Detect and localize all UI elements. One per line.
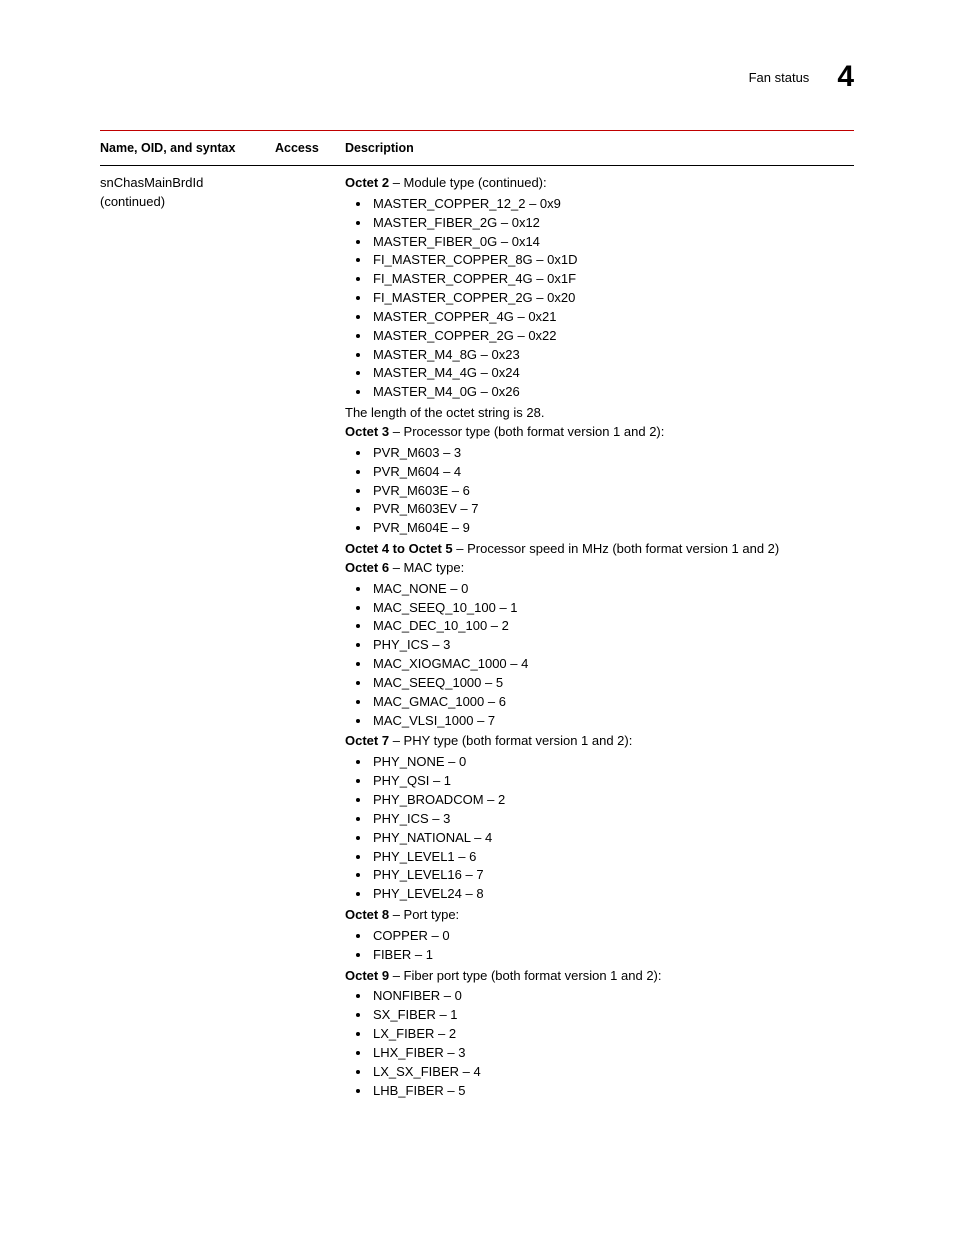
col-description: Description: [345, 141, 854, 155]
octet3-text: – Processor type (both format version 1 …: [389, 424, 664, 439]
list-item: MAC_NONE – 0: [371, 580, 854, 599]
page: Fan status 4 Name, OID, and syntax Acces…: [0, 0, 954, 1163]
octet7-text: – PHY type (both format version 1 and 2)…: [389, 733, 632, 748]
list-item: PHY_LEVEL24 – 8: [371, 885, 854, 904]
octet2-text: – Module type (continued):: [389, 175, 547, 190]
list-item: PHY_ICS – 3: [371, 810, 854, 829]
list-item: LHB_FIBER – 5: [371, 1082, 854, 1101]
octet7-line: Octet 7 – PHY type (both format version …: [345, 732, 854, 751]
octet7-label: Octet 7: [345, 733, 389, 748]
col-access: Access: [275, 141, 345, 155]
list-item: PVR_M603EV – 7: [371, 500, 854, 519]
list-item: FIBER – 1: [371, 946, 854, 965]
octet8-line: Octet 8 – Port type:: [345, 906, 854, 925]
list-item: LX_SX_FIBER – 4: [371, 1063, 854, 1082]
list-item: LHX_FIBER – 3: [371, 1044, 854, 1063]
list-item: MAC_DEC_10_100 – 2: [371, 617, 854, 636]
table-row: snChasMainBrdId (continued) Octet 2 – Mo…: [100, 166, 854, 1103]
list-item: LX_FIBER – 2: [371, 1025, 854, 1044]
octet6-label: Octet 6: [345, 560, 389, 575]
list-item: PHY_QSI – 1: [371, 772, 854, 791]
page-header: Fan status 4: [100, 60, 854, 94]
octet8-text: – Port type:: [389, 907, 459, 922]
list-item: MASTER_COPPER_4G – 0x21: [371, 308, 854, 327]
list-item: MAC_XIOGMAC_1000 – 4: [371, 655, 854, 674]
list-item: FI_MASTER_COPPER_2G – 0x20: [371, 289, 854, 308]
octet3-list: PVR_M603 – 3PVR_M604 – 4PVR_M603E – 6PVR…: [345, 444, 854, 538]
octet4-line: Octet 4 to Octet 5 – Processor speed in …: [345, 540, 854, 559]
octet7-list: PHY_NONE – 0PHY_QSI – 1PHY_BROADCOM – 2P…: [345, 753, 854, 904]
name-line1: snChasMainBrdId: [100, 174, 275, 193]
list-item: MASTER_FIBER_2G – 0x12: [371, 214, 854, 233]
table-header: Name, OID, and syntax Access Description: [100, 131, 854, 165]
list-item: MASTER_FIBER_0G – 0x14: [371, 233, 854, 252]
header-title: Fan status: [749, 70, 810, 85]
list-item: PVR_M603E – 6: [371, 482, 854, 501]
list-item: MASTER_M4_8G – 0x23: [371, 346, 854, 365]
octet4-text: – Processor speed in MHz (both format ve…: [453, 541, 780, 556]
list-item: COPPER – 0: [371, 927, 854, 946]
list-item: PHY_ICS – 3: [371, 636, 854, 655]
list-item: FI_MASTER_COPPER_8G – 0x1D: [371, 251, 854, 270]
cell-description: Octet 2 – Module type (continued): MASTE…: [345, 174, 854, 1103]
octet9-label: Octet 9: [345, 968, 389, 983]
octet8-list: COPPER – 0FIBER – 1: [345, 927, 854, 965]
octet9-list: NONFIBER – 0SX_FIBER – 1LX_FIBER – 2LHX_…: [345, 987, 854, 1100]
list-item: PHY_BROADCOM – 2: [371, 791, 854, 810]
octet3-label: Octet 3: [345, 424, 389, 439]
list-item: MAC_GMAC_1000 – 6: [371, 693, 854, 712]
octet2-line: Octet 2 – Module type (continued):: [345, 174, 854, 193]
list-item: MAC_VLSI_1000 – 7: [371, 712, 854, 731]
octet9-text: – Fiber port type (both format version 1…: [389, 968, 661, 983]
list-item: PVR_M604 – 4: [371, 463, 854, 482]
col-name: Name, OID, and syntax: [100, 141, 275, 155]
list-item: MASTER_COPPER_12_2 – 0x9: [371, 195, 854, 214]
list-item: PHY_NATIONAL – 4: [371, 829, 854, 848]
octet3-line: Octet 3 – Processor type (both format ve…: [345, 423, 854, 442]
cell-access: [275, 174, 345, 1103]
list-item: SX_FIBER – 1: [371, 1006, 854, 1025]
chapter-number: 4: [837, 60, 854, 94]
octet9-line: Octet 9 – Fiber port type (both format v…: [345, 967, 854, 986]
len-note: The length of the octet string is 28.: [345, 404, 854, 423]
name-line2: (continued): [100, 193, 275, 212]
octet6-line: Octet 6 – MAC type:: [345, 559, 854, 578]
octet6-list: MAC_NONE – 0MAC_SEEQ_10_100 – 1MAC_DEC_1…: [345, 580, 854, 731]
list-item: MASTER_M4_0G – 0x26: [371, 383, 854, 402]
list-item: MAC_SEEQ_1000 – 5: [371, 674, 854, 693]
list-item: PHY_LEVEL16 – 7: [371, 866, 854, 885]
list-item: PVR_M604E – 9: [371, 519, 854, 538]
list-item: NONFIBER – 0: [371, 987, 854, 1006]
list-item: FI_MASTER_COPPER_4G – 0x1F: [371, 270, 854, 289]
list-item: MASTER_COPPER_2G – 0x22: [371, 327, 854, 346]
octet4-label: Octet 4 to Octet 5: [345, 541, 453, 556]
octet8-label: Octet 8: [345, 907, 389, 922]
octet2-list: MASTER_COPPER_12_2 – 0x9MASTER_FIBER_2G …: [345, 195, 854, 402]
octet2-label: Octet 2: [345, 175, 389, 190]
list-item: PHY_LEVEL1 – 6: [371, 848, 854, 867]
list-item: MASTER_M4_4G – 0x24: [371, 364, 854, 383]
list-item: PHY_NONE – 0: [371, 753, 854, 772]
list-item: PVR_M603 – 3: [371, 444, 854, 463]
cell-name: snChasMainBrdId (continued): [100, 174, 275, 1103]
list-item: MAC_SEEQ_10_100 – 1: [371, 599, 854, 618]
octet6-text: – MAC type:: [389, 560, 464, 575]
